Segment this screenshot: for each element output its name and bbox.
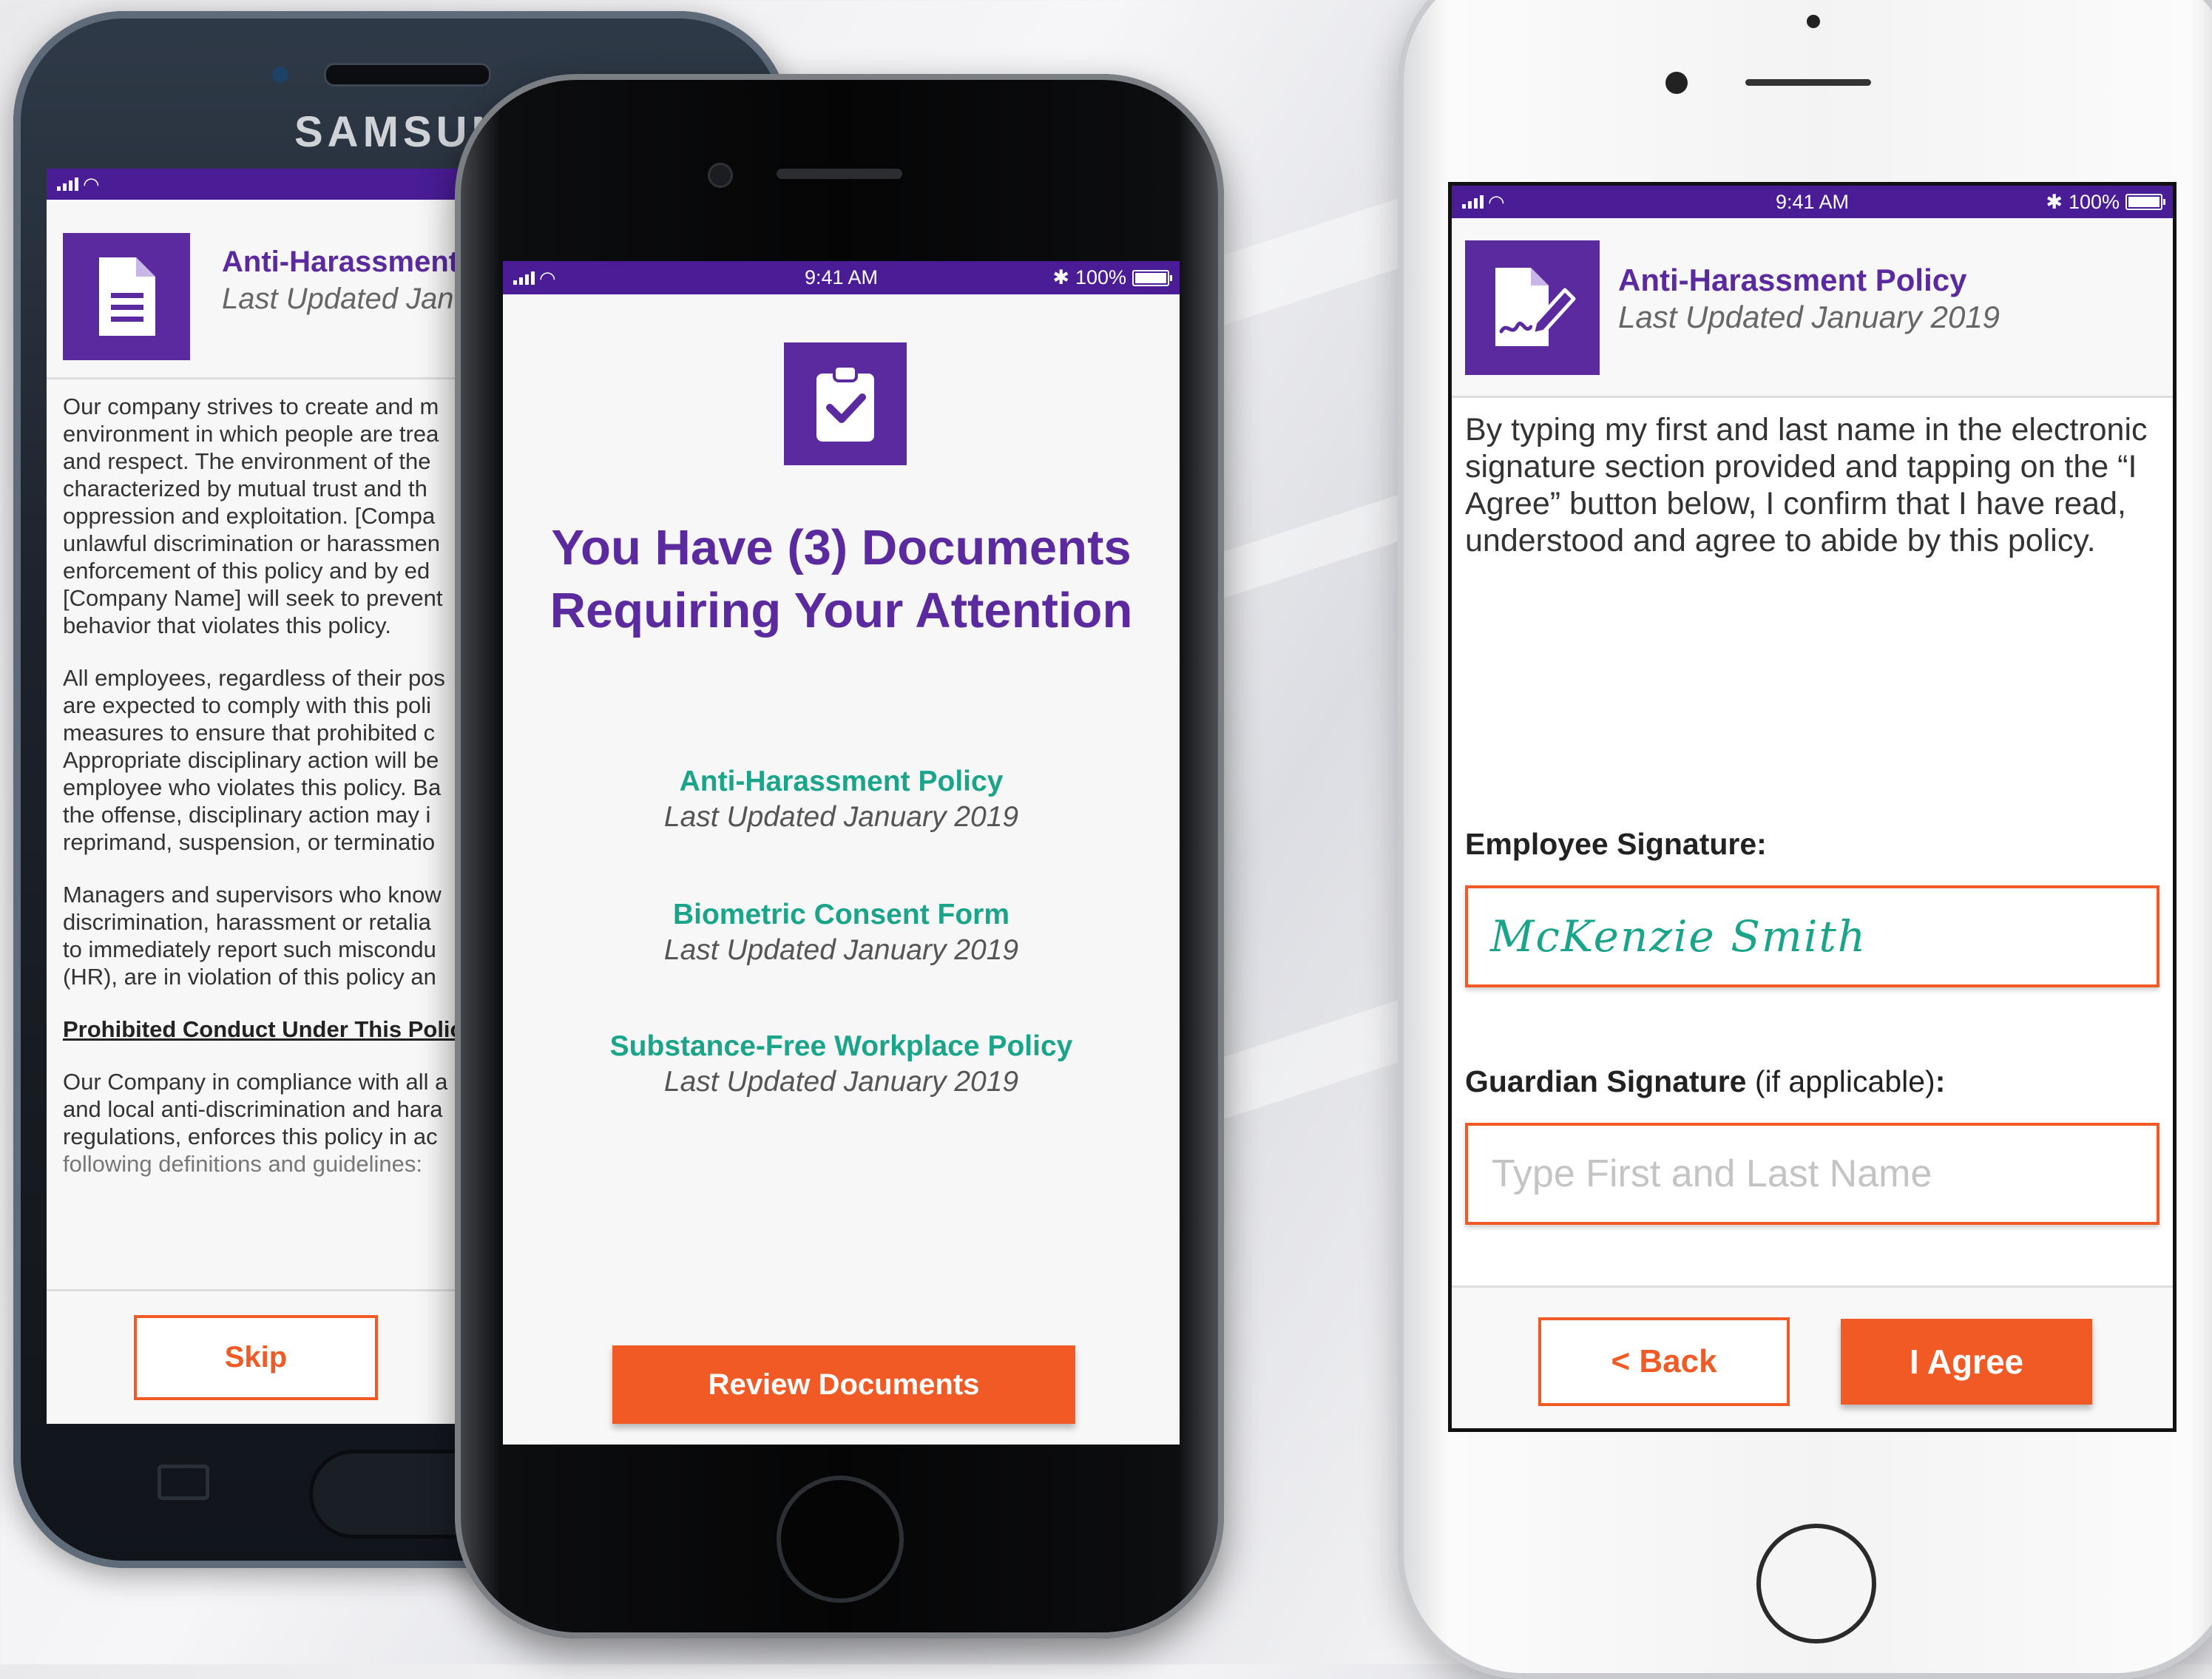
document-updated: Last Updated January 2019: [663, 934, 1019, 966]
header-title: Anti-Harassment Policy: [1618, 263, 1967, 297]
policy-paragraph-text: Our Company in compliance with all a and…: [63, 1069, 448, 1149]
skip-button[interactable]: Skip: [134, 1315, 378, 1400]
battery-icon: [2125, 194, 2165, 210]
document-name[interactable]: Substance-Free Workplace Policy: [503, 1029, 1180, 1064]
home-button[interactable]: [777, 1476, 904, 1603]
front-camera: [272, 67, 288, 83]
proximity-sensor: [1807, 15, 1820, 28]
home-button[interactable]: [1756, 1524, 1876, 1643]
employee-signature-value[interactable]: McKenzie Smith: [1490, 911, 1867, 962]
battery-icon: [1132, 269, 1172, 286]
front-camera: [1665, 72, 1688, 94]
guardian-signature-label: Guardian Signature (if applicable):: [1465, 1064, 1945, 1099]
document-item[interactable]: Substance-Free Workplace Policy Last Upd…: [503, 1029, 1180, 1100]
header-subtitle: Last Updated January 2019: [1618, 300, 2000, 334]
document-name[interactable]: Anti-Harassment Policy: [503, 764, 1180, 800]
guardian-signature-label-text: Guardian Signature: [1465, 1064, 1747, 1098]
document-item[interactable]: Anti-Harassment Policy Last Updated Janu…: [503, 764, 1180, 835]
review-documents-button[interactable]: Review Documents: [612, 1345, 1075, 1424]
bluetooth-icon: ✱: [1052, 266, 1069, 288]
status-time: 9:41 AM: [1775, 190, 1850, 213]
document-name[interactable]: Biometric Consent Form: [503, 897, 1180, 933]
earpiece-speaker: [324, 63, 491, 87]
iphone-black: ◠ 9:41 AM ✱ 100% You Have (3) Documents R…: [455, 74, 1224, 1638]
guardian-signature-note: (if applicable): [1746, 1064, 1935, 1098]
document-item[interactable]: Biometric Consent Form Last Updated Janu…: [503, 897, 1180, 968]
battery-percent: 100%: [1075, 266, 1126, 288]
iphone-white: ◠ 9:41 AM ✱ 100% Anti-Harassment Policy L…: [1398, 0, 2212, 1679]
attention-title: You Have (3) Documents Requiring Your At…: [503, 516, 1180, 642]
document-updated: Last Updated January 2019: [663, 801, 1019, 833]
attention-title-line: You Have (3) Documents: [551, 520, 1132, 575]
signal-icon: [1462, 195, 1484, 209]
i-agree-button[interactable]: I Agree: [1841, 1319, 2092, 1405]
earpiece-speaker: [1745, 79, 1871, 86]
wifi-icon: ◠: [539, 266, 556, 289]
wifi-icon: ◠: [83, 173, 100, 195]
signature-header: Anti-Harassment Policy Last Updated Janu…: [1452, 218, 2173, 398]
battery-percent: 100%: [2068, 190, 2120, 213]
sign-document-icon-box: [1465, 240, 1600, 375]
signature-screen: ◠ 9:41 AM ✱ 100% Anti-Harassment Policy L…: [1448, 182, 2177, 1432]
sign-document-icon: [1495, 268, 1576, 346]
guardian-signature-field[interactable]: [1465, 1123, 2159, 1225]
status-bar: ◠ 9:41 AM ✱ 100%: [503, 261, 1180, 294]
bluetooth-icon: ✱: [2046, 190, 2063, 213]
policy-paragraph-faded: following definitions and guidelines:: [63, 1151, 422, 1177]
guardian-signature-input[interactable]: [1490, 1151, 2157, 1197]
back-button[interactable]: < Back: [1538, 1317, 1790, 1406]
document-icon-box: [63, 233, 190, 360]
consent-text: By typing my first and last name in the …: [1465, 412, 2148, 558]
clipboard-icon-box: [784, 342, 907, 465]
employee-signature-field[interactable]: McKenzie Smith: [1465, 885, 2159, 987]
signal-icon: [513, 271, 535, 285]
signal-icon: [57, 178, 78, 191]
status-time: 9:41 AM: [804, 266, 879, 288]
wifi-icon: ◠: [1488, 191, 1505, 213]
document-icon: [99, 257, 155, 336]
front-camera: [708, 163, 733, 188]
document-updated: Last Updated January 2019: [663, 1066, 1019, 1098]
documents-screen: ◠ 9:41 AM ✱ 100% You Have (3) Documents R…: [503, 261, 1180, 1445]
status-bar: ◠ 9:41 AM ✱ 100%: [1452, 186, 2173, 218]
header-title: Anti-Harassment: [222, 246, 459, 278]
earpiece-speaker: [777, 169, 902, 179]
employee-signature-label-text: Employee Signature:: [1465, 827, 1767, 861]
attention-title-line: Requiring Your Attention: [549, 583, 1133, 638]
employee-signature-label: Employee Signature:: [1465, 827, 1767, 862]
clipboard-check-icon: [816, 365, 874, 442]
header-subtitle: Last Updated Janu: [222, 283, 470, 315]
back-key[interactable]: [158, 1465, 209, 1500]
guardian-signature-colon: :: [1935, 1064, 1946, 1098]
